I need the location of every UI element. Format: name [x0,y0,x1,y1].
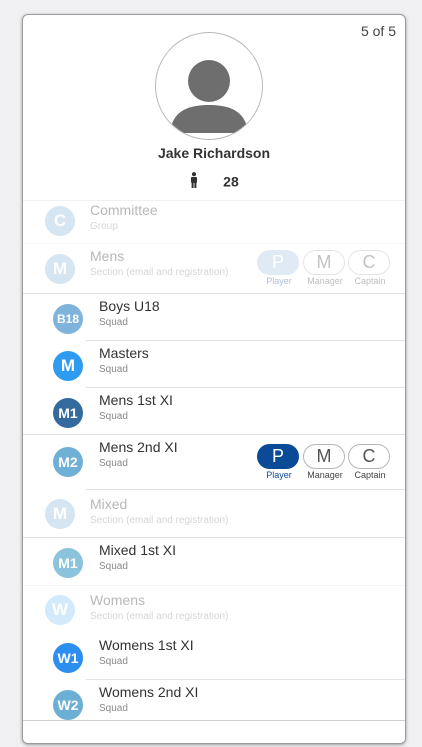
captain-toggle[interactable]: C Captain [348,250,390,286]
user-silhouette-icon [170,60,248,133]
group-subtitle: Section (email and registration) [90,611,229,622]
manager-toggle[interactable]: M Manager [303,444,345,480]
list-item[interactable]: W1 Womens 1st XI Squad [23,633,405,680]
group-badge: W2 [53,690,83,720]
group-badge: W [45,595,75,625]
age-row: 28 [23,172,405,191]
list-item[interactable]: B18 Boys U18 Squad [23,293,405,341]
group-subtitle: Section (email and registration) [90,267,229,278]
group-badge: C [45,206,75,236]
list-footer [23,720,405,743]
list-item-selected[interactable]: M2 Mens 2nd XI Squad P Player M Manager … [23,435,405,490]
member-age: 28 [223,173,239,190]
group-title: Masters [99,345,149,361]
list-item[interactable]: W Womens Section (email and registration… [23,585,405,633]
group-badge: B18 [53,304,83,334]
captain-pill: C [348,250,390,275]
captain-label: Captain [354,276,386,286]
player-pill: P [257,250,299,275]
player-toggle[interactable]: P Player [257,444,299,480]
group-subtitle: Section (email and registration) [90,515,229,526]
group-title: Mens 1st XI [99,392,173,408]
captain-label: Captain [354,470,386,480]
member-name: Jake Richardson [157,145,271,161]
avatar[interactable] [155,32,263,140]
group-title: Mixed [90,496,128,512]
group-subtitle: Squad [99,317,128,328]
male-person-icon [189,172,199,191]
pager-label: 5 of 5 [360,23,396,39]
player-pill: P [257,444,299,469]
group-title: Womens 2nd XI [99,684,199,700]
group-title: Womens [90,592,145,608]
group-title: Mens 2nd XI [99,439,178,455]
group-title: Committee [90,202,158,218]
group-subtitle: Squad [99,561,128,572]
group-subtitle: Squad [99,411,128,422]
list-item[interactable]: M Mens Section (email and registration) … [23,243,405,293]
manager-pill: M [303,444,345,469]
captain-toggle[interactable]: C Captain [348,444,390,480]
list-item[interactable]: C Committee Group [23,200,405,243]
list-item[interactable]: M Mixed Section (email and registration) [23,490,405,537]
manager-toggle[interactable]: M Manager [303,250,345,286]
group-subtitle: Squad [99,703,128,714]
list-item[interactable]: M1 Mixed 1st XI Squad [23,537,405,585]
member-card: 5 of 5 Jake Richardson 28 C Committee Gr… [22,14,406,744]
list-item[interactable]: M1 Mens 1st XI Squad [23,388,405,435]
group-badge: M [53,351,83,381]
group-badge: M2 [53,447,83,477]
player-toggle[interactable]: P Player [257,250,299,286]
group-badge: M1 [53,398,83,428]
manager-pill: M [303,250,345,275]
player-label: Player [266,276,292,286]
group-badge: W1 [53,643,83,673]
group-title: Boys U18 [99,298,160,314]
group-list: C Committee Group M Mens Section (email … [23,200,405,743]
captain-pill: C [348,444,390,469]
role-toggles: P Player M Manager C Captain [257,250,391,288]
group-badge: M [45,499,75,529]
group-badge: M1 [53,548,83,578]
group-title: Mens [90,248,125,264]
group-title: Mixed 1st XI [99,542,177,558]
group-title: Womens 1st XI [99,637,194,653]
player-label: Player [266,470,292,480]
list-item[interactable]: M Masters Squad [23,341,405,388]
group-subtitle: Squad [99,656,128,667]
role-toggles: P Player M Manager C Captain [257,444,391,482]
group-subtitle: Group [90,221,118,232]
group-subtitle: Squad [99,364,128,375]
group-subtitle: Squad [99,458,128,469]
group-badge: M [45,254,75,284]
